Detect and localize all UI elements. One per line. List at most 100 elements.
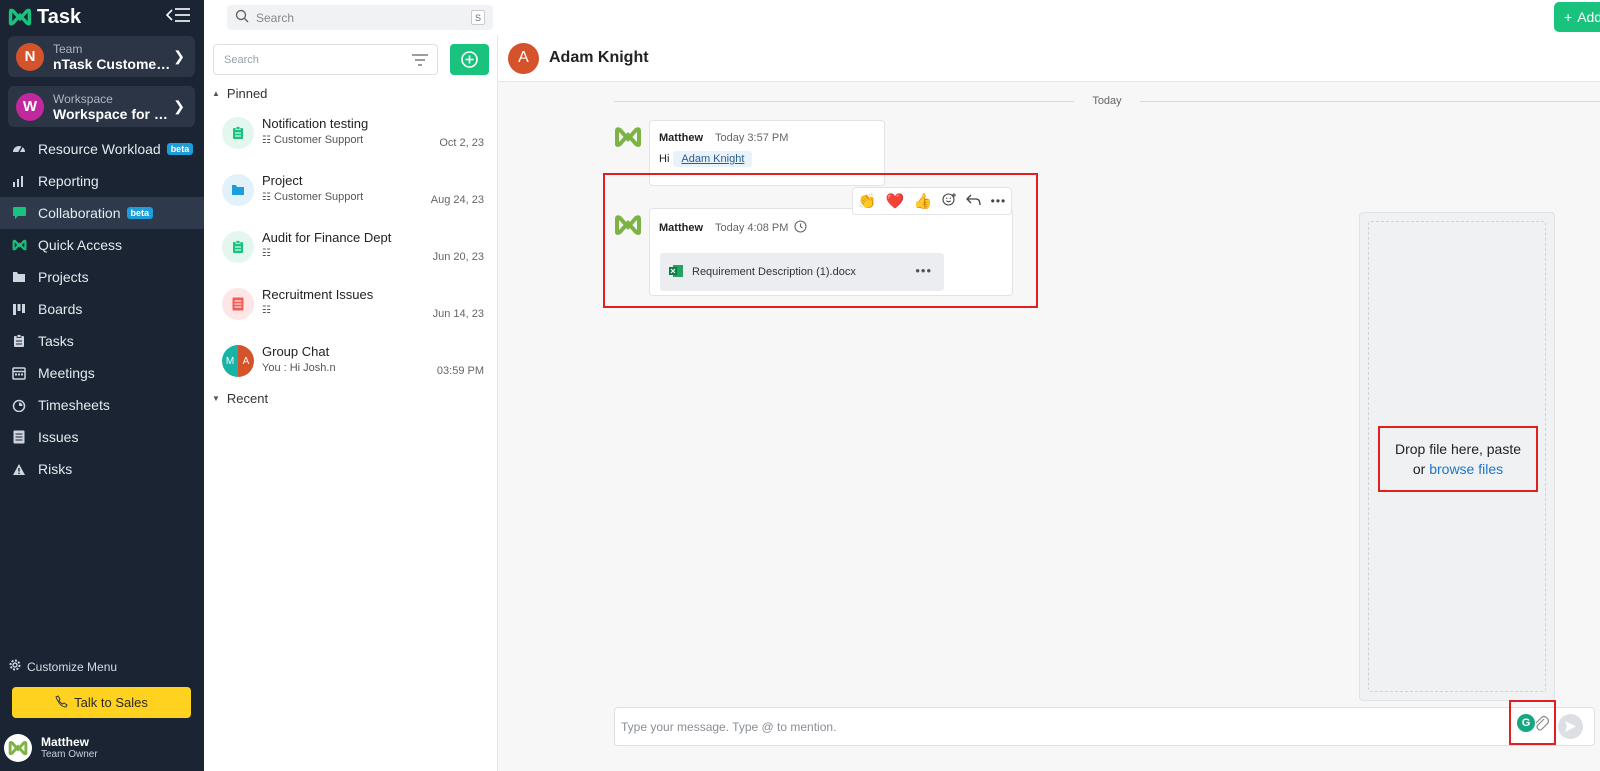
workspace-switcher[interactable]: W Workspace Workspace for Sh... ❯ [8, 86, 195, 127]
clipboard-icon [222, 231, 254, 263]
message-input[interactable] [621, 716, 1491, 738]
drop-zone-text: Drop file here, paste or browse files [1378, 426, 1538, 492]
browse-files-link[interactable]: browse files [1429, 461, 1503, 477]
workspace-name: Workspace for Sh... [53, 106, 171, 122]
add-button-label: Add [1577, 9, 1600, 25]
divider [1140, 101, 1600, 102]
nav-reporting[interactable]: Reporting [0, 165, 204, 197]
new-chat-icon [461, 51, 478, 68]
conversation-subtitle: ☷ [262, 305, 271, 316]
drop-instruction: Drop file here, paste [1394, 441, 1522, 457]
conversation-search-input[interactable]: Search [213, 44, 438, 75]
nav-issues[interactable]: Issues [0, 421, 204, 453]
chat-header: A Adam Knight [498, 35, 1600, 82]
message-text-content: Hi [659, 153, 670, 165]
mention-link[interactable]: Adam Knight [673, 151, 753, 167]
recent-section-toggle[interactable]: ▼ Recent [212, 391, 268, 406]
stopwatch-icon [11, 397, 27, 413]
conversation-item[interactable]: Notification testing ☷ Customer Support O… [204, 107, 498, 159]
conversation-item[interactable]: Audit for Finance Dept ☷ Jun 20, 23 [204, 221, 498, 273]
recent-label: Recent [226, 391, 269, 406]
nav-quick-access[interactable]: Quick Access [0, 229, 204, 261]
chevron-right-icon: ❯ [173, 48, 185, 64]
chart-icon [11, 173, 27, 189]
conversation-subtitle: You : Hi Josh.n [262, 362, 336, 374]
message-composer [614, 707, 1595, 746]
global-search-placeholder: Search [256, 10, 295, 25]
add-button[interactable]: + Add [1554, 2, 1600, 32]
board-icon [11, 301, 27, 317]
nav-label: Risks [38, 461, 73, 477]
pinned-section-toggle[interactable]: ▲ Pinned [212, 86, 267, 101]
sidebar: Task N Team nTask Customer S... ❯ W Work… [0, 0, 204, 771]
nav-label: Reporting [38, 173, 99, 189]
day-label: Today [1092, 95, 1122, 107]
grid-icon: ☷ [262, 305, 271, 316]
current-user[interactable]: Matthew Team Owner [4, 734, 98, 762]
nav-resource-workload[interactable]: Resource Workload beta [0, 133, 204, 165]
nav-tasks[interactable]: Tasks [0, 325, 204, 357]
conversation-subtitle-text: Customer Support [273, 191, 364, 203]
grid-icon: ☷ [262, 134, 271, 146]
nav-label: Resource Workload [38, 141, 161, 157]
conversation-title: Notification testing [262, 116, 369, 131]
folder-icon [222, 174, 254, 206]
attachment-icon[interactable] [1533, 714, 1549, 732]
calendar-icon [11, 365, 27, 381]
collapse-sidebar-icon[interactable] [166, 6, 192, 24]
chevron-right-icon: ❯ [173, 98, 185, 114]
message-text: Hi Adam Knight [659, 151, 753, 167]
day-separator: Today [614, 95, 1600, 107]
message-header: Matthew Today 3:57 PM [659, 132, 788, 144]
new-chat-button[interactable] [450, 44, 489, 75]
avatar[interactable]: A [508, 42, 539, 74]
caret-down-icon: ▼ [212, 394, 220, 403]
message-sender: Matthew [659, 132, 703, 144]
conversation-title: Recruitment Issues [262, 287, 374, 302]
nav-label: Projects [38, 269, 89, 285]
nav-label: Boards [38, 301, 83, 317]
conversation-title: Audit for Finance Dept [262, 230, 392, 245]
conversation-item[interactable]: M A Group Chat You : Hi Josh.n 03:59 PM [204, 335, 498, 387]
conversation-date: Aug 24, 23 [430, 194, 484, 206]
avatar [4, 734, 32, 762]
search-icon [235, 9, 249, 26]
nav-timesheets[interactable]: Timesheets [0, 389, 204, 421]
message-time: Today 3:57 PM [715, 132, 789, 144]
talk-to-sales-label: Talk to Sales [74, 695, 148, 710]
list-icon [222, 288, 254, 320]
conversation-item[interactable]: Project ☷ Customer Support Aug 24, 23 [204, 164, 498, 216]
highlight-box: G [1509, 700, 1556, 745]
user-name: Matthew [41, 735, 89, 749]
conversation-subtitle-text: Customer Support [273, 134, 364, 146]
warning-icon [11, 461, 27, 477]
ntask-logo-icon [11, 237, 27, 253]
group-avatar-icon: M A [222, 345, 254, 377]
nav-boards[interactable]: Boards [0, 293, 204, 325]
nav-collaboration[interactable]: Collaboration beta [0, 197, 204, 229]
drop-or: or [1412, 461, 1426, 477]
talk-to-sales-button[interactable]: Talk to Sales [12, 687, 191, 718]
send-button[interactable] [1558, 714, 1583, 739]
user-role: Team Owner [41, 749, 98, 760]
workspace-avatar: W [16, 92, 44, 121]
customize-menu[interactable]: Customize Menu [8, 658, 117, 675]
beta-badge: beta [166, 143, 194, 155]
nav-risks[interactable]: Risks [0, 453, 204, 485]
conversation-item[interactable]: Recruitment Issues ☷ Jun 14, 23 [204, 278, 498, 330]
brand[interactable]: Task [8, 4, 81, 30]
clipboard-icon [222, 117, 254, 149]
nav-label: Collaboration [38, 205, 121, 221]
chat-icon [11, 205, 27, 221]
team-switcher[interactable]: N Team nTask Customer S... ❯ [8, 36, 195, 77]
conversation-subtitle: ☷ Customer Support [262, 134, 363, 146]
global-search[interactable]: Search S [227, 5, 493, 30]
nav-projects[interactable]: Projects [0, 261, 204, 293]
conversation-title: Group Chat [262, 344, 330, 359]
filter-icon[interactable] [411, 53, 429, 67]
chat-contact-name[interactable]: Adam Knight [549, 49, 649, 67]
nav-meetings[interactable]: Meetings [0, 357, 204, 389]
nav-label: Meetings [38, 365, 95, 381]
workspace-label: Workspace [53, 91, 113, 106]
dashboard-icon [11, 141, 27, 157]
